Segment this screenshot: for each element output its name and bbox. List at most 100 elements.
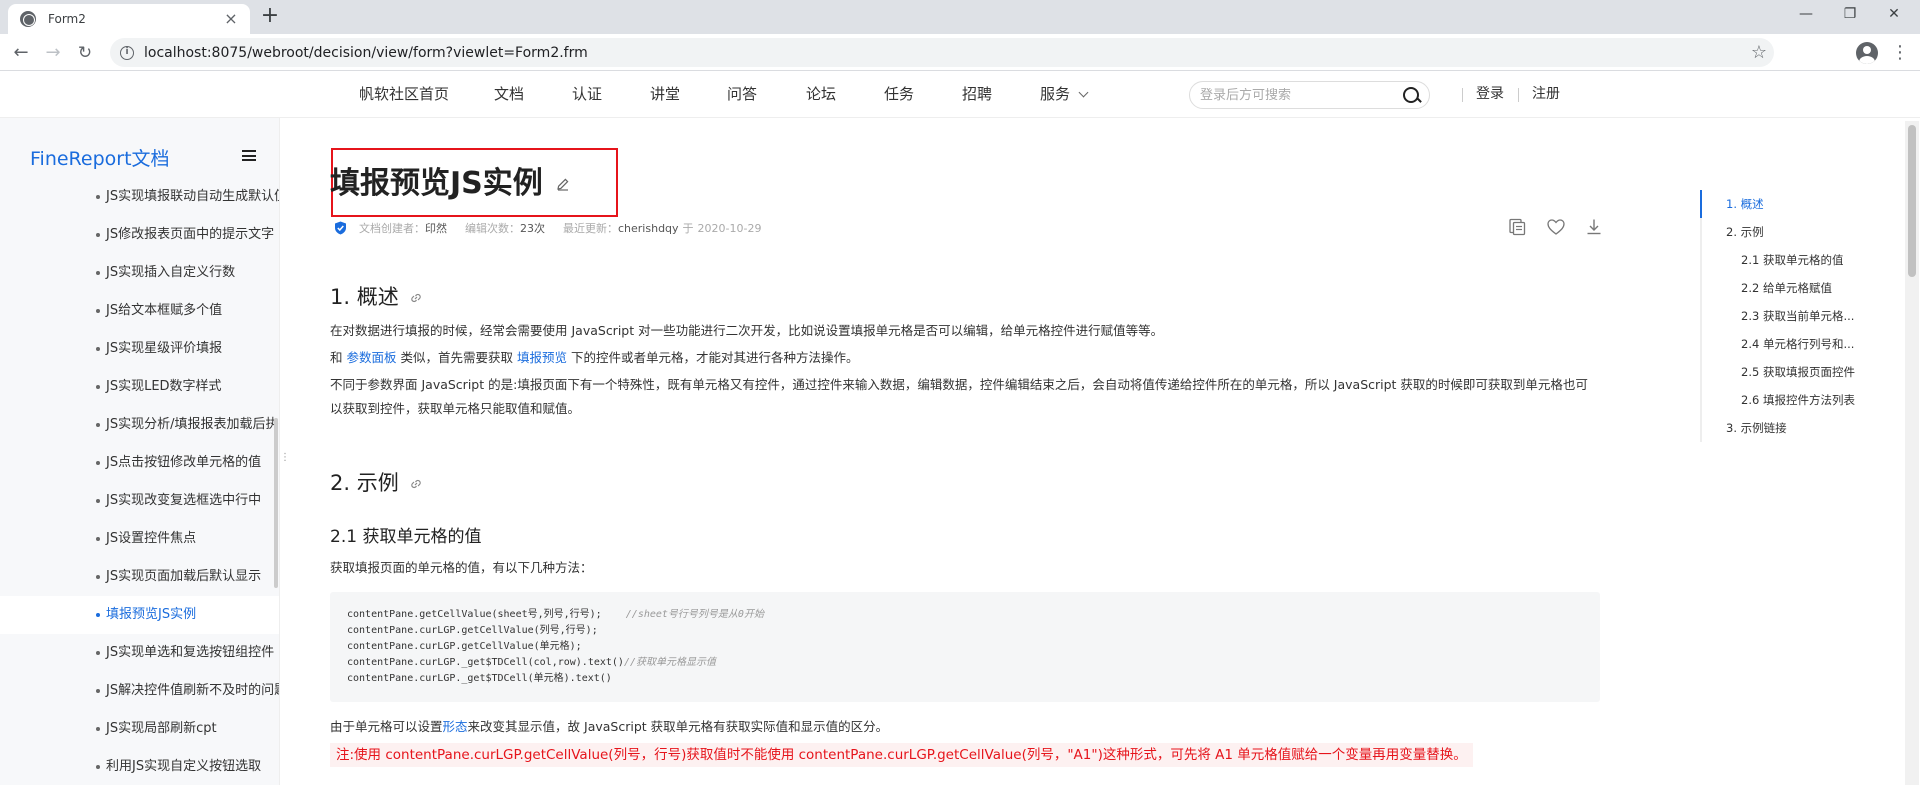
anchor-link-icon[interactable] xyxy=(409,477,423,491)
sidebar-item[interactable]: JS实现分析/填报报表加载后执行 xyxy=(0,406,280,444)
back-arrow-icon[interactable]: ← xyxy=(8,40,34,66)
sidebar-item[interactable]: JS实现改变复选框选中行中 xyxy=(0,482,279,520)
sidebar-item[interactable]: JS实现星级评价填报 xyxy=(0,330,279,368)
toc-item[interactable]: 2.5 获取填报页面控件 xyxy=(1702,358,1900,386)
updater-name[interactable]: cherishdqy xyxy=(618,222,679,235)
profile-avatar-icon[interactable] xyxy=(1856,42,1878,64)
anchor-link-icon[interactable] xyxy=(409,291,423,305)
page-scrollbar-thumb[interactable] xyxy=(1908,125,1916,277)
sidebar-scrollbar[interactable] xyxy=(274,418,278,588)
toc-item[interactable]: 2.6 填报控件方法列表 xyxy=(1702,386,1900,414)
new-tab-button[interactable]: + xyxy=(258,5,282,29)
sidebar-item-label: JS实现页面加载后默认显示 xyxy=(106,569,262,584)
section-heading-overview-text: 1. 概述 xyxy=(330,285,399,309)
info-icon[interactable]: i xyxy=(120,45,134,60)
code-text: contentPane.getCellValue(sheet号,列号,行号); xyxy=(347,609,626,620)
forward-arrow-icon[interactable]: → xyxy=(40,40,66,66)
nav-services[interactable]: 服务 xyxy=(1040,71,1089,118)
sidebar-item[interactable]: JS实现LED数字样式 xyxy=(0,368,279,406)
updated-at-word: 于 xyxy=(682,222,694,235)
close-icon[interactable]: × xyxy=(222,10,240,28)
code-line: contentPane.curLGP.getCellValue(列号,行号); xyxy=(347,623,1583,639)
kebab-menu-icon[interactable]: ⋮ xyxy=(1890,40,1910,66)
paragraph-overview-1: 在对数据进行填报的时候，经常会需要使用 JavaScript 对一些功能进行二次… xyxy=(330,323,1164,338)
nav-docs[interactable]: 文档 xyxy=(494,71,524,118)
address-bar[interactable]: i localhost:8075/webroot/decision/view/f… xyxy=(110,38,1774,67)
sidebar-item-label: JS实现改变复选框选中行中 xyxy=(106,493,262,508)
sidebar-item-label: 利用JS实现自定义按钮选取 xyxy=(106,759,262,774)
nav-community-home[interactable]: 帆软社区首页 xyxy=(359,71,449,118)
nav-tasks[interactable]: 任务 xyxy=(884,71,914,118)
subheading-get-cell-value: 2.1 获取单元格的值 xyxy=(330,527,482,547)
toc-item[interactable]: 2.4 单元格行列号和... xyxy=(1702,330,1900,358)
sidebar-item-label: JS实现分析/填报报表加载后执行 xyxy=(106,417,280,432)
nav-lectures[interactable]: 讲堂 xyxy=(650,71,680,118)
sidebar-brand[interactable]: FineReport文档 xyxy=(30,144,170,171)
sidebar-item[interactable]: JS实现填报联动自动生成默认值 xyxy=(0,178,279,216)
edits-label: 编辑次数： xyxy=(465,222,520,235)
browser-tab[interactable]: Form2 × xyxy=(8,4,250,34)
star-icon[interactable]: ☆ xyxy=(1744,42,1774,63)
paragraph-display-value-text-b: 来改变其显示值，故 JavaScript 获取单元格有获取实际值和显示值的区分。 xyxy=(467,719,889,734)
sidebar-item[interactable]: JS实现插入自定义行数 xyxy=(0,254,279,292)
fill-preview-link[interactable]: 填报预览 xyxy=(517,350,567,365)
url-text[interactable]: localhost:8075/webroot/decision/view/for… xyxy=(144,45,1744,61)
sidebar-item-label: JS实现星级评价填报 xyxy=(106,341,223,356)
sidebar-item[interactable]: JS点击按钮修改单元格的值 xyxy=(0,444,279,482)
nav-jobs[interactable]: 招聘 xyxy=(962,71,992,118)
warning-note: 注:使用 contentPane.curLGP.getCellValue(列号，… xyxy=(330,743,1473,767)
code-comment: //sheet号行号列号是从0开始 xyxy=(625,609,764,620)
creator-name[interactable]: 印然 xyxy=(425,220,447,236)
search-box xyxy=(1189,81,1430,109)
paragraph-display-value-text-a: 由于单元格可以设置 xyxy=(330,719,443,734)
search-icon[interactable] xyxy=(1395,82,1429,108)
param-panel-link[interactable]: 参数面板 xyxy=(346,350,396,365)
verified-shield-icon xyxy=(335,221,346,235)
paragraph-overview-2-text-a: 和 xyxy=(330,350,347,365)
sidebar-item[interactable]: JS实现局部刷新cpt xyxy=(0,710,279,748)
paragraph-get-cell-methods: 获取填报页面的单元格的值，有以下几种方法： xyxy=(330,560,593,575)
page-scrollbar[interactable] xyxy=(1905,121,1919,785)
toc-item[interactable]: 3. 示例链接 xyxy=(1702,414,1900,442)
toc-item[interactable]: 1. 概述 xyxy=(1700,190,1900,218)
search-input[interactable] xyxy=(1200,87,1395,103)
login-link[interactable]: 登录 xyxy=(1476,71,1504,118)
sidebar-item[interactable]: JS实现页面加载后默认显示 xyxy=(0,558,279,596)
window-close-button[interactable]: ✕ xyxy=(1872,0,1916,30)
paragraph-overview-3: 不同于参数界面 JavaScript 的是:填报页面下有一个特殊性，既有单元格又… xyxy=(330,377,1588,416)
hamburger-menu-icon[interactable] xyxy=(242,150,256,161)
updated-label: 最近更新： xyxy=(563,222,618,235)
sidebar-item[interactable]: JS给文本框赋多个值 xyxy=(0,292,279,330)
sidebar-item[interactable]: JS设置控件焦点 xyxy=(0,520,279,558)
register-link[interactable]: 注册 xyxy=(1532,71,1560,118)
toc-item[interactable]: 2.1 获取单元格的值 xyxy=(1702,246,1900,274)
sidebar-item[interactable]: JS修改报表页面中的提示文字 xyxy=(0,216,279,254)
format-link[interactable]: 形态 xyxy=(443,719,468,734)
copy-doc-icon[interactable] xyxy=(1507,217,1527,237)
toc-item[interactable]: 2.2 给单元格赋值 xyxy=(1702,274,1900,302)
edit-pencil-icon[interactable] xyxy=(556,177,570,191)
sidebar-item[interactable]: JS解决控件值刷新不及时的问题 xyxy=(0,672,279,710)
toc-item[interactable]: 2.3 获取当前单元格... xyxy=(1702,302,1900,330)
paragraph-overview-2-text-b: 类似，首先需要获取 xyxy=(396,350,517,365)
sidebar-item[interactable]: 填报预览JS实例 xyxy=(0,596,279,634)
sidebar-doc-list: JS实现填报联动自动生成默认值 JS修改报表页面中的提示文字 JS实现插入自定义行数… xyxy=(0,178,280,785)
sidebar-item[interactable]: JS实现单选和复选按钮组控件 xyxy=(0,634,279,672)
sidebar-item-label: JS设置控件焦点 xyxy=(106,531,197,546)
nav-certification[interactable]: 认证 xyxy=(572,71,602,118)
globe-icon xyxy=(20,11,36,27)
site-header: 帆软社区首页 文档 认证 讲堂 问答 论坛 任务 招聘 服务 登录 注册 xyxy=(0,71,1920,118)
sidebar-resize-handle[interactable]: ⋮ xyxy=(280,453,290,463)
download-icon[interactable] xyxy=(1584,217,1604,237)
code-block[interactable]: contentPane.getCellValue(sheet号,列号,行号); … xyxy=(330,592,1600,702)
nav-qa[interactable]: 问答 xyxy=(727,71,757,118)
sidebar-item[interactable]: 利用JS实现自定义按钮选取 xyxy=(0,748,279,785)
maximize-button[interactable]: ❐ xyxy=(1828,0,1872,30)
minimize-button[interactable]: — xyxy=(1784,0,1828,30)
nav-forum[interactable]: 论坛 xyxy=(806,71,836,118)
code-line: contentPane.curLGP._get$TDCell(col,row).… xyxy=(347,655,1583,671)
favorite-heart-icon[interactable] xyxy=(1546,217,1566,237)
toc-item[interactable]: 2. 示例 xyxy=(1702,218,1900,246)
header-divider xyxy=(1462,88,1463,102)
reload-icon[interactable]: ↻ xyxy=(72,40,98,66)
